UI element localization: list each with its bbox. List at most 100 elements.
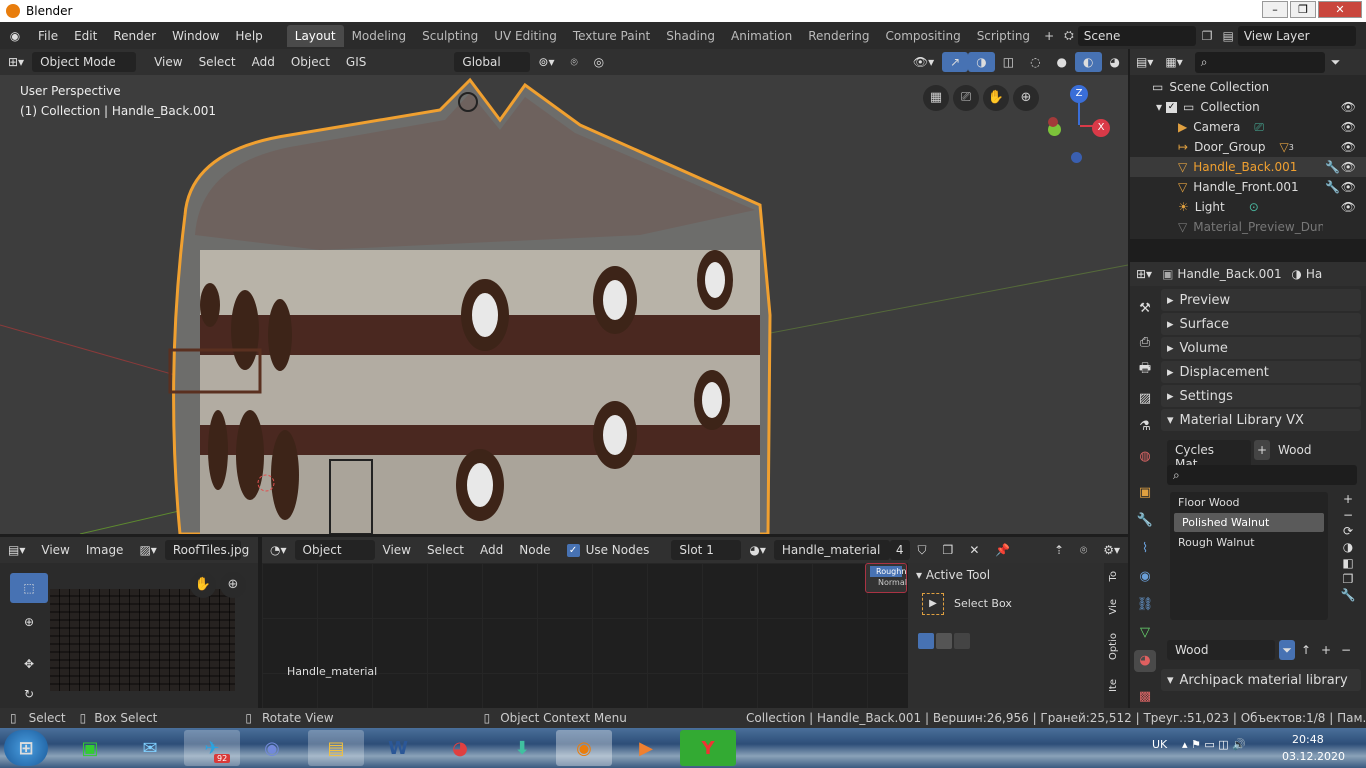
display-mode-icon[interactable]: ▦▾ — [1159, 55, 1188, 69]
scene-tab-icon[interactable]: ⚗ — [1134, 416, 1156, 438]
gizmo-neg-x-axis[interactable] — [1048, 117, 1058, 127]
snap-node-icon[interactable]: ⌾ — [1072, 540, 1095, 561]
pan-hand-icon[interactable]: ✋ — [983, 85, 1009, 111]
gizmo-neg-z-axis[interactable] — [1071, 152, 1082, 163]
add-library-button[interactable]: + — [1254, 440, 1270, 460]
view-layer-tab-icon[interactable]: ▨ — [1134, 388, 1156, 410]
shader-node[interactable]: Roughn Normal — [865, 563, 907, 593]
image-menu-view[interactable]: View — [33, 540, 77, 560]
tab-modeling[interactable]: Modeling — [344, 25, 415, 47]
up-arrow-icon[interactable]: ↑ — [1298, 640, 1314, 660]
close-button[interactable]: ✕ — [1318, 1, 1362, 18]
proportional-edit-icon[interactable]: ◎ — [586, 52, 612, 72]
data-tab-icon[interactable]: ▽ — [1134, 622, 1156, 644]
eye-icon[interactable]: 👁 — [1341, 160, 1356, 174]
gizmo-toggle-icon[interactable]: ↗ — [942, 52, 969, 72]
tab-texture-paint[interactable]: Texture Paint — [565, 25, 658, 47]
image-editor-area[interactable]: ⬚ ⊕ ✥ ↻ ✋ ⊕ — [0, 563, 258, 708]
scene-field[interactable]: Scene — [1077, 25, 1196, 46]
output-tab-icon[interactable]: 🖶 — [1134, 358, 1156, 380]
menu-file[interactable]: File — [30, 29, 66, 43]
eye-icon[interactable]: 👁 — [1341, 140, 1356, 154]
cursor-tool-icon[interactable]: ⊕ — [10, 607, 48, 637]
panel-settings[interactable]: ▸ Settings — [1161, 385, 1361, 407]
tab-sculpting[interactable]: Sculpting — [414, 25, 486, 47]
collection-row[interactable]: ▾ ✓ ▭ Collection 👁 — [1130, 97, 1366, 117]
vp-menu-gis[interactable]: GIS — [338, 52, 374, 72]
fake-user-icon[interactable]: ⛉ — [910, 540, 935, 561]
explorer-icon[interactable]: ▤ — [308, 730, 364, 766]
outliner-item-light[interactable]: ☀ Light ⊙ 👁 — [1130, 197, 1366, 217]
menu-render[interactable]: Render — [105, 29, 164, 43]
node-menu-view[interactable]: View — [375, 540, 419, 560]
image-name-field[interactable]: RoofTiles.jpg — [164, 540, 249, 560]
material-tab-icon[interactable]: ◕ — [1134, 650, 1156, 672]
eye-icon[interactable]: 👁 — [1341, 120, 1356, 134]
object-tab-icon[interactable]: ▣ — [1134, 482, 1156, 504]
slot-dropdown[interactable]: Slot 1 — [671, 540, 742, 560]
tab-compositing[interactable]: Compositing — [877, 25, 968, 47]
outliner-item-camera[interactable]: ▶ Camera ⎚ 👁 — [1130, 117, 1366, 137]
shader-type-dropdown[interactable]: Object — [294, 540, 375, 560]
checkbox-icon[interactable]: ✓ — [1166, 101, 1178, 113]
settings-wrench-icon[interactable]: 🔧 — [1338, 588, 1358, 602]
clock-time[interactable]: 20:48 — [1292, 733, 1324, 746]
wireframe-shading-icon[interactable]: ◌ — [1022, 52, 1048, 72]
add-workspace-icon[interactable]: + — [1038, 29, 1060, 43]
vp-menu-select[interactable]: Select — [191, 52, 244, 72]
pan-hand-icon[interactable]: ✋ — [190, 572, 216, 598]
panel-displacement[interactable]: ▸ Displacement — [1161, 361, 1361, 383]
physics-tab-icon[interactable]: ◉ — [1134, 566, 1156, 588]
node-editor-type-icon[interactable]: ◔▾ — [262, 540, 295, 560]
mode-set-icon[interactable] — [918, 633, 934, 649]
unlink-material-icon[interactable]: ✕ — [961, 540, 987, 560]
panel-volume[interactable]: ▸ Volume — [1161, 337, 1361, 359]
filter-category-icon[interactable]: ⏷ — [1279, 640, 1295, 660]
side-tab-tool[interactable]: To — [1108, 571, 1119, 582]
thunderbird-icon[interactable]: ✉ — [122, 730, 178, 766]
expand-arrow-icon[interactable]: ▾ — [1156, 100, 1162, 114]
tray-icons[interactable]: ▴ ⚑ ▭ ◫ 🔊 — [1182, 738, 1246, 751]
select-box-tool-icon[interactable]: ⬚ — [10, 573, 48, 603]
material-browse-icon[interactable]: ◕▾ — [741, 540, 774, 560]
category-select[interactable]: Wood — [1167, 640, 1275, 660]
gizmo-z-axis[interactable]: Z — [1070, 85, 1088, 103]
plus-icon[interactable]: + — [1338, 492, 1358, 506]
mode-extend-icon[interactable] — [936, 633, 952, 649]
gizmo-x-axis[interactable]: X — [1092, 119, 1110, 137]
copy-icon[interactable]: ❐ — [1338, 572, 1358, 586]
terminal-app-icon[interactable]: ▣ — [62, 730, 118, 766]
render-tab-icon[interactable]: ⎙ — [1134, 332, 1156, 354]
material-search[interactable]: ⌕ — [1167, 465, 1357, 485]
tab-animation[interactable]: Animation — [723, 25, 800, 47]
scene-icon[interactable]: ⛭ — [1060, 28, 1078, 43]
mode-subtract-icon[interactable] — [954, 633, 970, 649]
material-shading-icon[interactable]: ◐ — [1075, 52, 1102, 72]
clock-date[interactable]: 03.12.2020 — [1282, 750, 1345, 763]
side-tab-item[interactable]: Ite — [1108, 679, 1119, 692]
add-category-icon[interactable]: + — [1318, 640, 1334, 660]
vp-menu-object[interactable]: Object — [283, 52, 338, 72]
user-count[interactable]: 4 — [889, 540, 910, 560]
outliner-item-material-preview[interactable]: ▽ Material_Preview_Dumm — [1130, 217, 1366, 237]
panel-archipack[interactable]: ▾ Archipack material library — [1161, 669, 1361, 691]
eye-icon[interactable]: 👁 — [1341, 100, 1356, 114]
3d-viewport[interactable]: User Perspective (1) Collection | Handle… — [0, 75, 1128, 534]
node-menu-node[interactable]: Node — [511, 540, 558, 560]
duplicate-material-icon[interactable]: ❐ — [935, 540, 962, 560]
texture-tab-icon[interactable]: ▩ — [1134, 686, 1156, 708]
maximize-button[interactable]: ❐ — [1290, 1, 1316, 18]
tab-scripting[interactable]: Scripting — [969, 25, 1038, 47]
tab-shading[interactable]: Shading — [658, 25, 723, 47]
discord-icon[interactable]: ◉ — [244, 730, 300, 766]
node-menu-select[interactable]: Select — [419, 540, 472, 560]
word-icon[interactable]: W — [370, 730, 426, 766]
tab-layout[interactable]: Layout — [286, 24, 344, 47]
mode-dropdown[interactable]: Object Mode — [32, 52, 137, 72]
material-item-floor-wood[interactable]: Floor Wood — [1170, 492, 1328, 513]
vp-menu-add[interactable]: Add — [244, 52, 283, 72]
refresh-icon[interactable]: ⟳ — [1338, 524, 1358, 538]
panel-preview[interactable]: ▸ Preview — [1161, 289, 1361, 311]
grid-view-icon[interactable]: ▦ — [923, 85, 949, 111]
rendered-shading-icon[interactable]: ◕ — [1102, 52, 1128, 72]
